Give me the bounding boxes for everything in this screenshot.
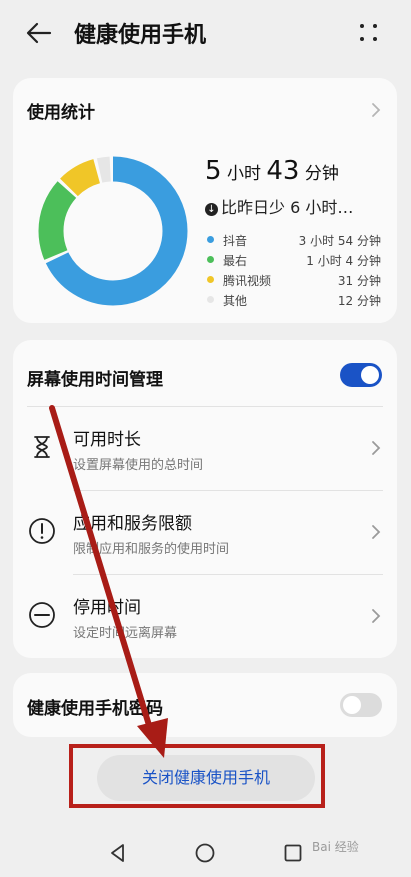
total-usage-time: 5 小时 43 分钟 bbox=[205, 156, 339, 186]
password-card: 健康使用手机密码 bbox=[13, 673, 397, 737]
total-hours: 5 bbox=[205, 156, 222, 186]
usage-legend: 抖音 3 小时 54 分钟 最右 1 小时 4 分钟 腾讯视频 31 分钟 其他… bbox=[205, 230, 381, 310]
usage-stats-title: 使用统计 bbox=[27, 103, 95, 123]
alert-circle-icon bbox=[29, 518, 55, 544]
usage-compare: ↓ 比昨日少 6 小时… bbox=[205, 194, 353, 218]
row-title: 应用和服务限额 bbox=[73, 514, 192, 534]
row-available-duration[interactable]: 可用时长 设置屏幕使用的总时间 bbox=[13, 406, 397, 490]
compare-text: 比昨日少 6 小时… bbox=[221, 198, 354, 217]
screen-time-card: 屏幕使用时间管理 可用时长 设置屏幕使用的总时间 应用和服务限额 限制应用和服务… bbox=[13, 340, 397, 658]
legend-app-name: 其他 bbox=[223, 294, 248, 308]
toggle-knob bbox=[361, 366, 379, 384]
legend-app-time: 31 分钟 bbox=[337, 274, 381, 288]
triangle-back-icon[interactable] bbox=[107, 842, 129, 864]
password-toggle[interactable] bbox=[340, 693, 382, 717]
arrow-left-icon[interactable] bbox=[26, 20, 52, 46]
legend-app-time: 12 分钟 bbox=[337, 294, 381, 308]
hourglass-icon bbox=[34, 436, 50, 458]
legend-item: 最右 1 小时 4 分钟 bbox=[205, 250, 381, 270]
usage-stats-card[interactable]: 使用统计 5 小时 43 分钟 ↓ 比昨日少 6 小时… 抖音 3 小时 54 分… bbox=[13, 78, 397, 323]
square-recents-icon[interactable] bbox=[282, 842, 304, 864]
password-label: 健康使用手机密码 bbox=[27, 699, 163, 719]
toggle-knob bbox=[343, 696, 361, 714]
legend-dot bbox=[207, 236, 214, 243]
more-dots-icon[interactable] bbox=[357, 21, 381, 45]
usage-donut-chart bbox=[38, 156, 188, 306]
donut-segment bbox=[38, 156, 188, 306]
legend-item: 腾讯视频 31 分钟 bbox=[205, 270, 381, 290]
row-downtime[interactable]: 停用时间 设定时间远离屏幕 bbox=[13, 574, 397, 658]
total-minutes: 43 bbox=[266, 156, 300, 186]
row-app-limits[interactable]: 应用和服务限额 限制应用和服务的使用时间 bbox=[13, 490, 397, 574]
page-title: 健康使用手机 bbox=[74, 23, 207, 48]
row-title: 停用时间 bbox=[73, 598, 141, 618]
minus-circle-icon bbox=[29, 602, 55, 628]
legend-app-time: 1 小时 4 分钟 bbox=[306, 254, 381, 268]
chevron-right-icon[interactable] bbox=[371, 102, 381, 118]
legend-dot bbox=[207, 256, 214, 263]
watermark: Bai 经验 bbox=[312, 840, 359, 854]
legend-dot bbox=[207, 276, 214, 283]
annotation-highlight-box bbox=[69, 744, 325, 808]
legend-dot bbox=[207, 296, 214, 303]
chevron-right-icon bbox=[372, 525, 381, 539]
arrow-down-icon: ↓ bbox=[205, 203, 218, 216]
row-subtitle: 限制应用和服务的使用时间 bbox=[73, 542, 230, 557]
screen-time-title: 屏幕使用时间管理 bbox=[27, 370, 163, 390]
row-subtitle: 设置屏幕使用的总时间 bbox=[73, 458, 204, 473]
circle-home-icon[interactable] bbox=[194, 842, 216, 864]
legend-app-name: 腾讯视频 bbox=[223, 274, 272, 288]
chevron-right-icon bbox=[372, 441, 381, 455]
minutes-unit: 分钟 bbox=[304, 164, 339, 184]
legend-app-time: 3 小时 54 分钟 bbox=[298, 234, 381, 248]
legend-item: 抖音 3 小时 54 分钟 bbox=[205, 230, 381, 250]
legend-app-name: 抖音 bbox=[223, 234, 248, 248]
screen-time-toggle[interactable] bbox=[340, 363, 382, 387]
legend-app-name: 最右 bbox=[223, 254, 248, 268]
hours-unit: 小时 bbox=[226, 164, 261, 184]
chevron-right-icon bbox=[372, 609, 381, 623]
legend-item: 其他 12 分钟 bbox=[205, 290, 381, 310]
app-header: 健康使用手机 bbox=[0, 0, 411, 66]
row-subtitle: 设定时间远离屏幕 bbox=[73, 626, 178, 641]
row-title: 可用时长 bbox=[73, 430, 141, 450]
